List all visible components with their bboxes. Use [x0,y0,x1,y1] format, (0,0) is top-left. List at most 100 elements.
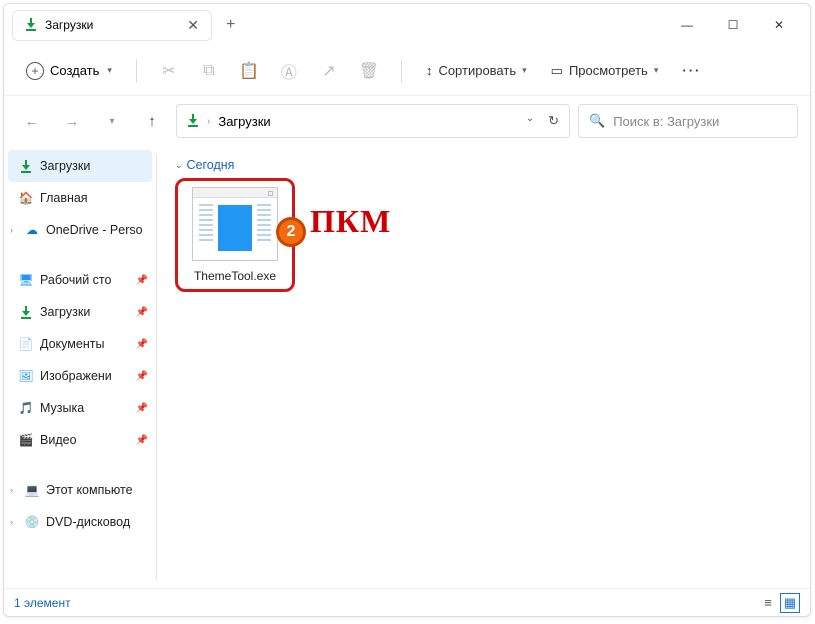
copy-button[interactable]: ⧉ [191,53,227,89]
music-icon: 🎵 [18,400,34,416]
dvd-icon: 💿 [24,514,40,530]
sidebar-item-label: Документы [40,337,104,351]
sidebar-item-pictures[interactable]: 🖼 Изображени 📌 [4,360,156,392]
sidebar-item-label: Этот компьюте [46,483,133,497]
sidebar-item-label: Загрузки [40,159,90,173]
file-item-themetool[interactable]: ThemeTool.exe 2 [175,178,295,292]
sidebar-item-label: DVD-дисковод [46,515,130,529]
up-button[interactable]: ↑ [136,105,168,137]
create-button[interactable]: + Создать ▾ [16,56,122,86]
recent-chevron[interactable]: ▾ [96,105,128,137]
pictures-icon: 🖼 [18,368,34,384]
sidebar-item-onedrive[interactable]: › ☁ OneDrive - Perso [4,214,156,246]
annotation-badge: 2 [276,217,306,247]
chevron-right-icon[interactable]: › [10,485,13,495]
sidebar-item-label: OneDrive - Perso [46,223,143,237]
active-tab[interactable]: Загрузки ✕ [12,10,212,41]
chevron-down-icon: ▾ [654,65,659,76]
body: Загрузки 🏠 Главная › ☁ OneDrive - Perso … [4,146,810,588]
file-label: ThemeTool.exe [194,269,276,283]
toolbar: + Создать ▾ ✂ ⧉ 📋 Ⓐ ↗ 🗑 ↕ Сортировать ▾ … [4,46,810,96]
nav-row: ← → ▾ ↑ › Загрузки ⌄ ↻ 🔍 Поиск в: Загруз… [4,96,810,146]
sort-button[interactable]: ↕ Сортировать ▾ [416,57,537,84]
paste-button[interactable]: 📋 [231,53,267,89]
search-placeholder: Поиск в: Загрузки [613,114,719,129]
download-icon [25,18,37,33]
pin-icon: 📌 [136,275,148,286]
sidebar-item-dvd[interactable]: › 💿 DVD-дисковод [4,506,156,538]
window-controls: ― ☐ ✕ [664,9,802,41]
details-view-button[interactable]: ≡ [758,593,778,613]
download-icon [18,304,34,320]
rename-button[interactable]: Ⓐ [271,53,307,89]
search-input[interactable]: 🔍 Поиск в: Загрузки [578,104,798,138]
address-bar[interactable]: › Загрузки ⌄ ↻ [176,104,570,138]
chevron-right-icon: › [207,116,210,127]
sidebar-item-desktop[interactable]: 🖥 Рабочий сто 📌 [4,264,156,296]
chevron-down-icon: ▾ [107,65,112,76]
sidebar-item-label: Изображени [40,369,112,383]
plus-icon: + [26,62,44,80]
group-header-today[interactable]: ⌄ Сегодня [175,158,794,172]
pin-icon: 📌 [136,307,148,318]
sidebar-item-videos[interactable]: 🎬 Видео 📌 [4,424,156,456]
sort-label: Сортировать [438,63,516,78]
content-area[interactable]: ⌄ Сегодня ThemeTool.exe 2 [159,146,810,588]
more-button[interactable]: ··· [672,57,711,84]
desktop-icon: 🖥 [18,272,34,288]
chevron-down-icon: ⌄ [175,160,183,171]
new-tab-button[interactable]: + [226,16,235,34]
download-icon [18,158,34,174]
chevron-down-icon: ▾ [522,65,527,76]
download-icon [187,114,199,129]
sidebar-item-thispc[interactable]: › 💻 Этот компьюте [4,474,156,506]
close-tab-icon[interactable]: ✕ [187,17,199,34]
home-icon: 🏠 [18,190,34,206]
documents-icon: 📄 [18,336,34,352]
share-button[interactable]: ↗ [311,53,347,89]
sidebar-item-music[interactable]: 🎵 Музыка 📌 [4,392,156,424]
sidebar-item-label: Видео [40,433,77,447]
sidebar-item-home[interactable]: 🏠 Главная [4,182,156,214]
sidebar-item-downloads[interactable]: Загрузки [8,150,152,182]
back-button[interactable]: ← [16,105,48,137]
pin-icon: 📌 [136,403,148,414]
chevron-right-icon[interactable]: › [10,225,13,235]
sidebar-item-documents[interactable]: 📄 Документы 📌 [4,328,156,360]
address-chevron-icon[interactable]: ⌄ [526,113,534,129]
sidebar-item-label: Рабочий сто [40,273,111,287]
pc-icon: 💻 [24,482,40,498]
maximize-button[interactable]: ☐ [710,9,756,41]
view-button[interactable]: ▭ Просмотреть ▾ [541,57,669,85]
pin-icon: 📌 [136,371,148,382]
forward-button[interactable]: → [56,105,88,137]
pin-icon: 📌 [136,435,148,446]
sidebar-item-label: Загрузки [40,305,90,319]
sidebar: Загрузки 🏠 Главная › ☁ OneDrive - Perso … [4,146,156,588]
sidebar-item-downloads2[interactable]: Загрузки 📌 [4,296,156,328]
cut-button[interactable]: ✂ [151,53,187,89]
status-bar: 1 элемент ≡ ▦ [4,588,810,616]
sort-icon: ↕ [426,63,433,78]
titlebar: Загрузки ✕ + ― ☐ ✕ [4,4,810,46]
view-icon: ▭ [551,63,563,79]
delete-button[interactable]: 🗑 [351,53,387,89]
videos-icon: 🎬 [18,432,34,448]
sidebar-item-label: Музыка [40,401,84,415]
chevron-right-icon[interactable]: › [10,517,13,527]
search-icon: 🔍 [589,113,605,129]
exe-icon [192,187,278,261]
icons-view-button[interactable]: ▦ [780,593,800,613]
minimize-button[interactable]: ― [664,9,710,41]
create-label: Создать [50,63,99,78]
status-count: 1 элемент [14,596,71,610]
file-explorer-window: Загрузки ✕ + ― ☐ ✕ + Создать ▾ ✂ ⧉ 📋 Ⓐ ↗… [3,3,811,617]
sidebar-item-label: Главная [40,191,88,205]
group-label: Сегодня [187,158,235,172]
view-label: Просмотреть [569,63,648,78]
refresh-button[interactable]: ↻ [548,113,559,129]
annotation-label: ПКМ [310,203,391,240]
breadcrumb-location[interactable]: Загрузки [218,114,270,129]
onedrive-icon: ☁ [24,222,40,238]
close-window-button[interactable]: ✕ [756,9,802,41]
